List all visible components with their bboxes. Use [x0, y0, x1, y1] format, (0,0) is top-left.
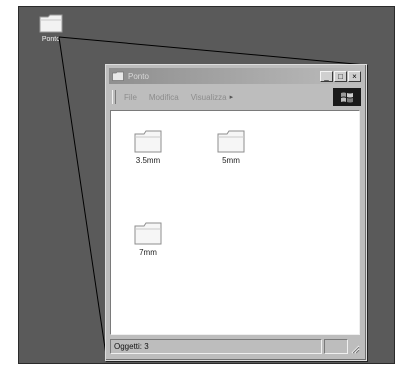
title-bar[interactable]: Ponto _ □ ×: [109, 68, 363, 84]
folder-label: 3.5mm: [135, 156, 161, 165]
folder-label: 5mm: [222, 156, 240, 165]
windows-logo-icon: [333, 88, 361, 106]
menu-view[interactable]: Visualizza: [191, 93, 227, 102]
status-text: Oggetti: 3: [110, 339, 322, 354]
status-panel-empty: [324, 339, 348, 354]
menu-grip: [112, 90, 116, 104]
title-buttons: _ □ ×: [320, 70, 361, 82]
folder-icon: [39, 14, 63, 33]
folder-icon: [134, 222, 162, 245]
window-title: Ponto: [128, 71, 149, 81]
desktop-folder-label: Ponto: [41, 36, 61, 43]
folder-item[interactable]: 7mm: [123, 221, 173, 257]
menu-bar: File Modifica Visualizza ▸: [109, 87, 363, 107]
minimize-button[interactable]: _: [320, 70, 333, 82]
explorer-window[interactable]: Ponto _ □ × File Modifica Visualizza ▸ 3…: [105, 64, 367, 361]
folder-icon: [112, 71, 124, 81]
maximize-button[interactable]: □: [334, 70, 347, 82]
menu-edit[interactable]: Modifica: [149, 93, 179, 102]
close-button[interactable]: ×: [348, 70, 361, 82]
resize-grip-icon[interactable]: [350, 344, 360, 354]
desktop-folder[interactable]: Ponto: [33, 13, 69, 43]
desktop: Ponto Ponto _ □ × File Modifica Visualiz…: [18, 6, 395, 364]
folder-item[interactable]: 5mm: [206, 129, 256, 165]
menu-file[interactable]: File: [124, 93, 137, 102]
folder-icon: [217, 130, 245, 153]
folder-icon: [134, 130, 162, 153]
folder-item[interactable]: 3.5mm: [123, 129, 173, 165]
menu-chevron-icon[interactable]: ▸: [230, 93, 234, 101]
folder-label: 7mm: [139, 248, 157, 257]
status-bar: Oggetti: 3: [110, 338, 360, 355]
folder-content: 3.5mm 5mm 7mm: [110, 110, 360, 335]
